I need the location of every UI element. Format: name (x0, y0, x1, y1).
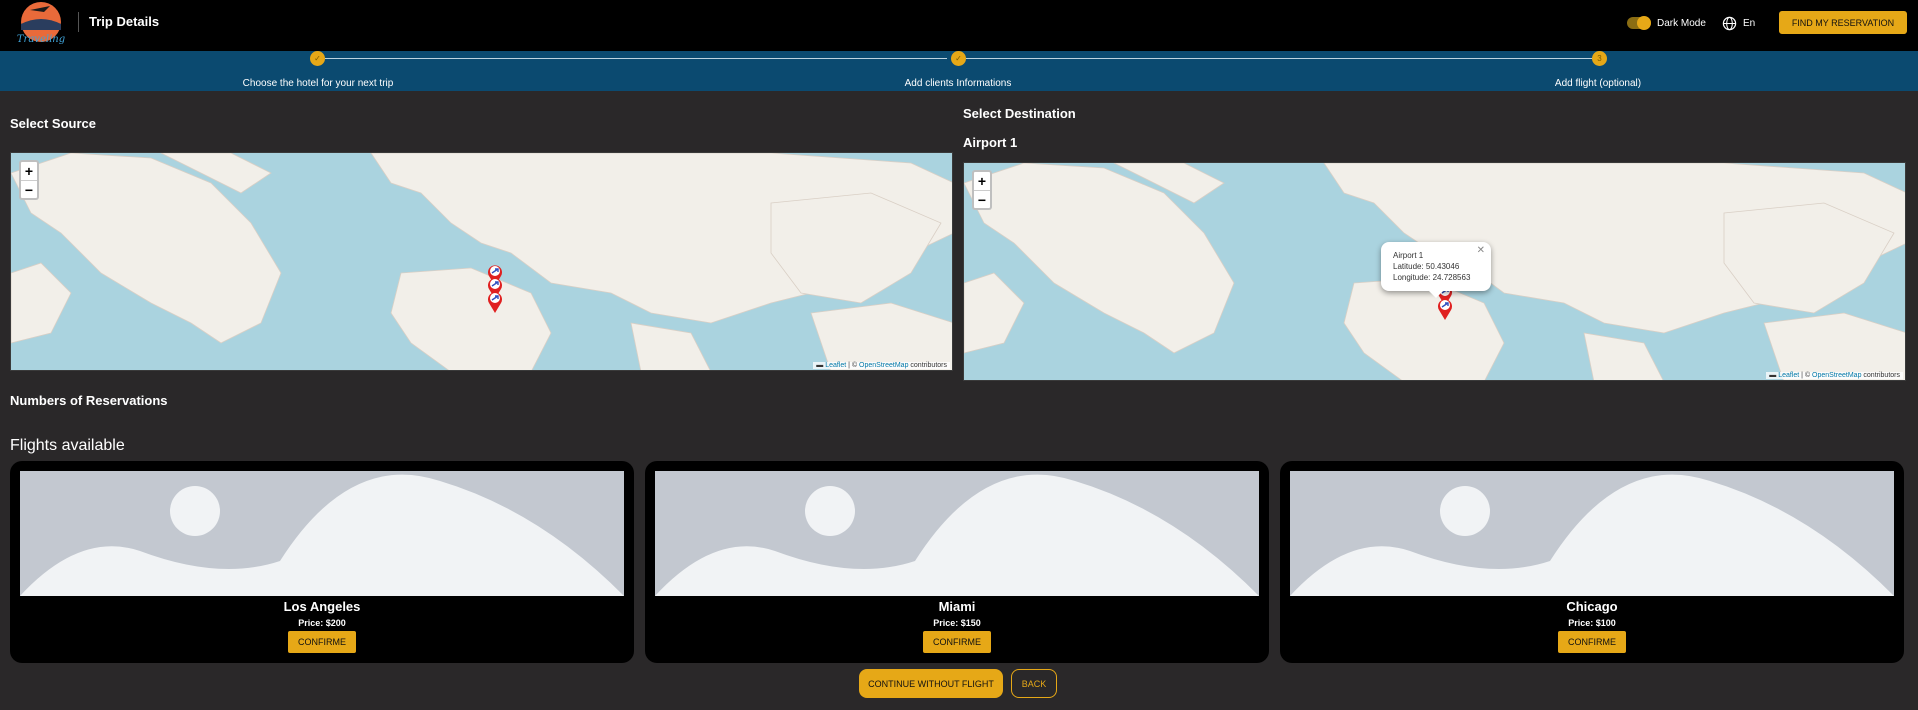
zoom-in-button[interactable]: + (974, 172, 990, 190)
flight-image-placeholder (655, 471, 1259, 596)
destination-map[interactable]: + − ✕ Airport 1 Latitude: 50.43046 Longi… (963, 162, 1906, 381)
osm-link[interactable]: OpenStreetMap (859, 362, 908, 369)
confirm-flight-button[interactable]: CONFIRME (923, 631, 991, 653)
flag-icon: ▬ (1769, 372, 1779, 379)
step-1-label: Choose the hotel for your next trip (242, 78, 394, 89)
attrib-separator: | © (846, 362, 860, 369)
map-attribution: ▬ Leaflet | © OpenStreetMap contributors (1766, 372, 1903, 379)
image-placeholder-icon (1290, 474, 1894, 596)
leaflet-link[interactable]: Leaflet (825, 362, 846, 369)
attrib-tail: contributors (908, 362, 947, 369)
popup-latitude: Latitude: 50.43046 (1393, 262, 1460, 271)
flight-price: Price: $200 (298, 618, 346, 628)
flight-card: Los Angeles Price: $200 CONFIRME (10, 461, 634, 663)
attrib-tail: contributors (1861, 372, 1900, 379)
source-title: Select Source (10, 116, 96, 131)
language-selector[interactable]: En (1743, 18, 1755, 29)
source-zoom-control: + − (19, 160, 39, 200)
zoom-out-button[interactable]: − (974, 190, 990, 208)
flight-price: Price: $150 (933, 618, 981, 628)
zoom-out-button[interactable]: − (21, 180, 37, 198)
flight-image-placeholder (1290, 471, 1894, 596)
back-button[interactable]: BACK (1011, 669, 1057, 698)
airport-popup: ✕ Airport 1 Latitude: 50.43046 Longitude… (1381, 242, 1491, 298)
confirm-flight-button[interactable]: CONFIRME (288, 631, 356, 653)
globe-icon[interactable] (1722, 16, 1737, 31)
step-connector (325, 58, 947, 59)
image-placeholder-icon (655, 474, 1259, 596)
continue-without-flight-button[interactable]: CONTINUE WITHOUT FLIGHT (859, 669, 1003, 698)
popup-close-icon[interactable]: ✕ (1477, 245, 1485, 256)
leaflet-link[interactable]: Leaflet (1778, 372, 1799, 379)
find-reservation-button[interactable]: FIND MY RESERVATION (1779, 11, 1907, 34)
zoom-in-button[interactable]: + (21, 162, 37, 180)
flight-city: Los Angeles (283, 599, 361, 614)
popup-name: Airport 1 (1393, 251, 1424, 260)
attrib-separator: | © (1799, 372, 1813, 379)
airport-marker-icon[interactable] (1436, 297, 1454, 321)
reservations-label: Numbers of Reservations (10, 393, 168, 408)
progress-stepper: ✓ ✓ 3 Choose the hotel for your next tri… (0, 51, 1918, 91)
popup-longitude: Longitude: 24.728563 (1393, 273, 1471, 282)
svg-text:Traveling: Traveling (17, 34, 65, 45)
flight-price: Price: $100 (1568, 618, 1616, 628)
flight-card: Chicago Price: $100 CONFIRME (1280, 461, 1904, 663)
step-2-check-icon: ✓ (951, 51, 966, 66)
destination-title: Select Destination (963, 106, 1076, 121)
confirm-flight-button[interactable]: CONFIRME (1558, 631, 1626, 653)
image-placeholder-icon (20, 474, 624, 596)
source-map[interactable]: + − ▬ Leaflet | © OpenStreetMap contribu… (10, 152, 953, 371)
page-title: Trip Details (89, 14, 160, 29)
airport-marker-icon[interactable] (486, 290, 504, 314)
flight-city: Miami (938, 599, 976, 614)
map-attribution: ▬ Leaflet | © OpenStreetMap contributors (813, 362, 950, 369)
osm-link[interactable]: OpenStreetMap (1812, 372, 1861, 379)
top-bar: Traveling Trip Details Dark Mode En FIND… (0, 0, 1918, 51)
flight-city: Chicago (1566, 599, 1618, 614)
header-divider (78, 12, 79, 32)
dark-mode-label: Dark Mode (1657, 18, 1706, 29)
step-3-label: Add flight (optional) (1554, 78, 1642, 89)
step-2-label: Add clients Informations (904, 78, 1012, 89)
dark-mode-toggle[interactable] (1627, 16, 1651, 30)
flights-title: Flights available (10, 437, 125, 454)
flag-icon: ▬ (816, 362, 826, 369)
world-landmass (11, 153, 952, 370)
toggle-knob (1637, 16, 1651, 30)
traveling-logo[interactable]: Traveling (10, 0, 72, 48)
step-3-indicator: 3 (1592, 51, 1607, 66)
flight-card: Miami Price: $150 CONFIRME (645, 461, 1269, 663)
flight-image-placeholder (20, 471, 624, 596)
step-connector (966, 58, 1592, 59)
step-1-check-icon: ✓ (310, 51, 325, 66)
destination-zoom-control: + − (972, 170, 992, 210)
airport-label: Airport 1 (963, 135, 1018, 150)
